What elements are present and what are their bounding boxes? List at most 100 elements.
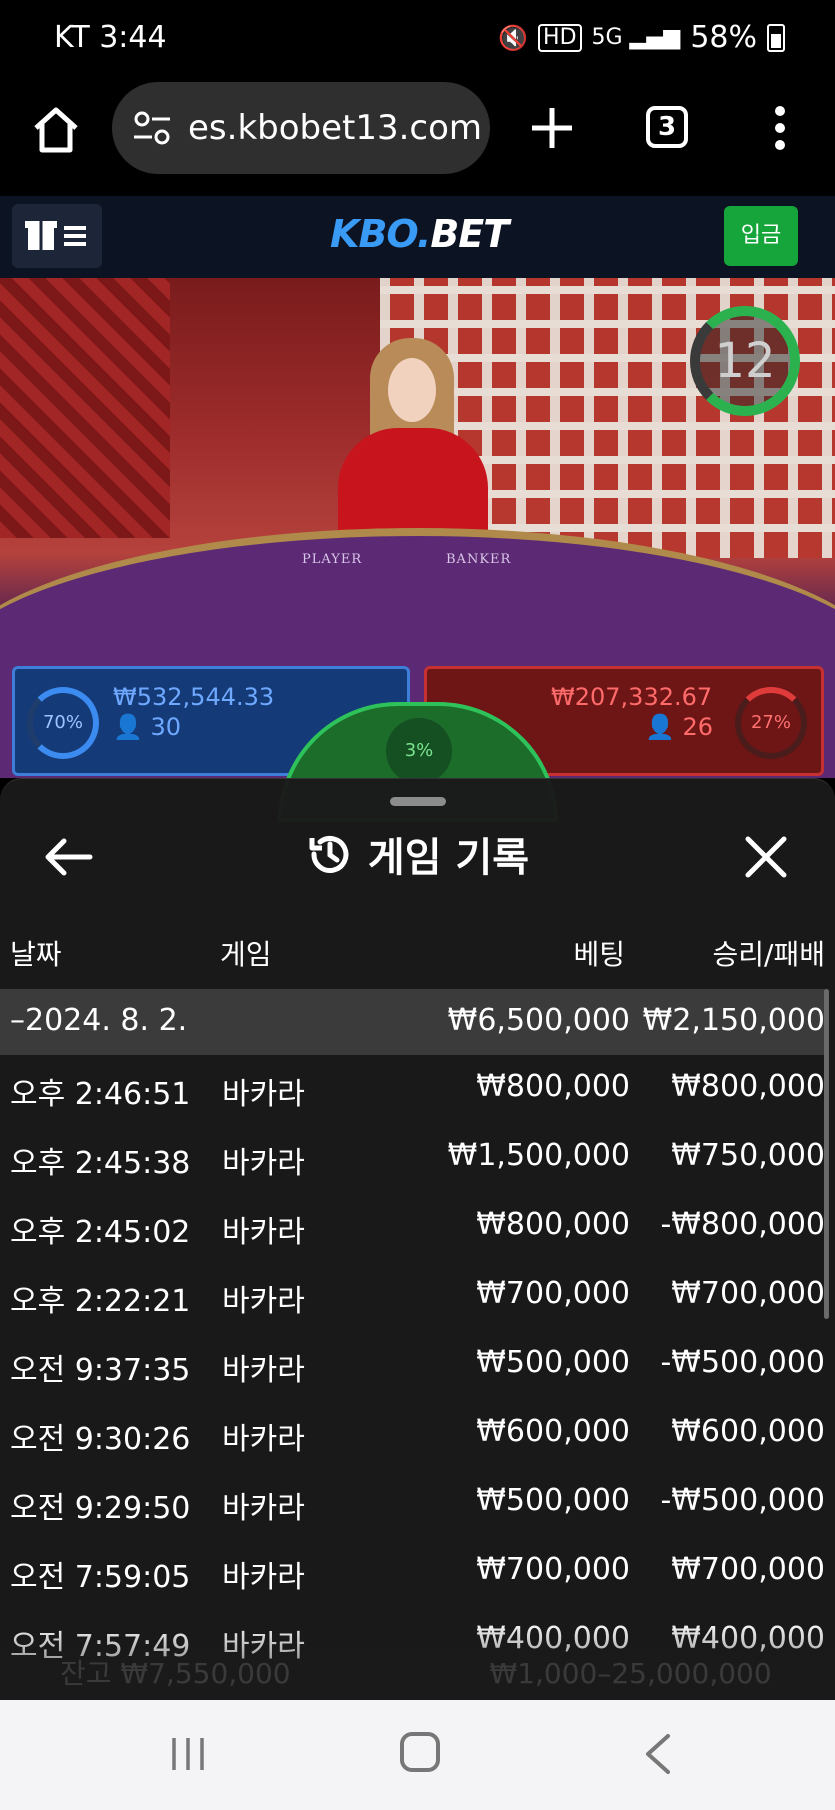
player-count-value: 30 <box>150 713 182 741</box>
row-bet: ₩500,000 <box>476 1483 630 1518</box>
summary-win: ₩2,150,000 <box>642 1003 825 1038</box>
row-game: 바카라 <box>222 1146 305 1181</box>
table-row[interactable]: 오전 9:30:26 바카라 ₩600,000 ₩600,000 <box>0 1400 825 1466</box>
home-nav-icon[interactable] <box>400 1732 440 1772</box>
site-logo[interactable]: KBO.BET <box>330 212 509 256</box>
table-header: 날짜 게임 베팅 승리/패배 <box>0 929 835 977</box>
row-game: 바카라 <box>222 1560 305 1595</box>
history-icon <box>309 836 349 873</box>
home-icon[interactable] <box>30 104 82 156</box>
sheet-title: 게임 기록 <box>0 825 835 883</box>
tie-percent: 3% <box>386 718 452 784</box>
browser-toolbar: es.kbobet13.com 3 <box>0 80 835 196</box>
column-win-loss[interactable]: 승리/패배 <box>713 933 825 973</box>
background-limit: ₩1,000–25,000,000 <box>489 1657 772 1690</box>
banker-amount: ₩207,332.67 <box>551 683 713 711</box>
backdrop-left <box>0 278 170 538</box>
row-bet: ₩1,500,000 <box>447 1138 630 1173</box>
row-win: ₩400,000 <box>671 1621 825 1656</box>
deposit-button[interactable]: 입금 <box>724 206 798 266</box>
more-options-icon[interactable] <box>770 106 790 150</box>
table-row[interactable]: 오전 9:37:35 바카라 ₩500,000 -₩500,000 <box>0 1331 825 1397</box>
system-nav-bar <box>0 1700 835 1810</box>
countdown-timer: 12 <box>690 306 800 416</box>
row-game: 바카라 <box>222 1215 305 1250</box>
row-bet: ₩800,000 <box>476 1069 630 1104</box>
hd-icon: HD <box>538 23 582 52</box>
logo-kbo: KBO. <box>330 212 431 256</box>
tab-switcher-button[interactable]: 3 <box>646 106 688 148</box>
row-game: 바카라 <box>222 1077 305 1112</box>
bet-summary-strip: 70% ₩532,544.33 👤 30 ₩207,332.67 👤 26 27… <box>0 660 835 822</box>
sheet-title-text: 게임 기록 <box>367 835 530 881</box>
column-bet[interactable]: 베팅 <box>573 933 625 973</box>
site-settings-icon[interactable] <box>132 110 172 146</box>
gift-menu-icon <box>25 221 86 250</box>
player-amount: ₩532,544.33 <box>113 683 275 711</box>
status-icons: 🔇 HD 5G ▂▄▆ 58% <box>498 20 785 55</box>
table-row[interactable]: 오전 7:59:05 바카라 ₩700,000 ₩700,000 <box>0 1538 825 1604</box>
game-history-sheet: 게임 기록 날짜 게임 베팅 승리/패배 –2024. 8. 2. ₩6,500… <box>0 778 835 1700</box>
row-game: 바카라 <box>222 1491 305 1526</box>
row-time: 오전 9:30:26 <box>10 1422 191 1457</box>
logo-bet: BET <box>430 212 509 256</box>
row-time: 오후 2:45:38 <box>10 1146 191 1181</box>
column-game[interactable]: 게임 <box>220 933 272 973</box>
row-game: 바카라 <box>222 1353 305 1388</box>
close-icon[interactable] <box>740 831 792 883</box>
sheet-drag-handle[interactable] <box>390 797 446 806</box>
row-bet: ₩700,000 <box>476 1276 630 1311</box>
recent-apps-icon[interactable] <box>168 1734 208 1774</box>
table-row[interactable]: 오전 9:29:50 바카라 ₩500,000 -₩500,000 <box>0 1469 825 1535</box>
row-win: ₩600,000 <box>671 1414 825 1449</box>
banker-count: 👤 26 <box>645 713 714 741</box>
row-bet: ₩400,000 <box>476 1621 630 1656</box>
felt-banker-label: BANKER <box>446 552 512 567</box>
mute-icon: 🔇 <box>498 23 529 52</box>
summary-date: –2024. 8. 2. <box>10 1003 188 1038</box>
battery-icon <box>767 23 785 52</box>
row-bet: ₩500,000 <box>476 1345 630 1380</box>
url-text: es.kbobet13.com <box>188 108 483 148</box>
summary-bet: ₩6,500,000 <box>447 1003 630 1038</box>
player-percent: 70% <box>27 687 99 759</box>
address-bar[interactable]: es.kbobet13.com <box>112 82 490 174</box>
row-win: -₩500,000 <box>660 1483 825 1518</box>
row-time: 오전 9:29:50 <box>10 1491 191 1526</box>
column-date[interactable]: 날짜 <box>10 933 62 973</box>
row-bet: ₩600,000 <box>476 1414 630 1449</box>
signal-icon: 5G ▂▄▆ <box>591 25 681 50</box>
menu-button[interactable] <box>12 204 102 268</box>
dealer-face <box>388 358 436 422</box>
table-row[interactable]: 오후 2:46:51 바카라 ₩800,000 ₩800,000 <box>0 1055 825 1121</box>
row-bet: ₩800,000 <box>476 1207 630 1242</box>
row-win: ₩700,000 <box>671 1552 825 1587</box>
felt-player-label: PLAYER <box>302 552 363 567</box>
table-row[interactable]: 오후 2:22:21 바카라 ₩700,000 ₩700,000 <box>0 1262 825 1328</box>
row-win: ₩800,000 <box>671 1069 825 1104</box>
row-time: 오후 2:45:02 <box>10 1215 191 1250</box>
new-tab-icon[interactable] <box>528 104 576 152</box>
date-summary-row[interactable]: –2024. 8. 2. ₩6,500,000 ₩2,150,000 <box>0 989 825 1055</box>
scrollbar[interactable] <box>824 989 829 1319</box>
site-header: KBO.BET 입금 <box>0 196 835 278</box>
battery-percent: 58% <box>690 20 757 55</box>
back-nav-icon[interactable] <box>638 1732 678 1776</box>
carrier-time: KT 3:44 <box>54 20 167 55</box>
table-row[interactable]: 오후 2:45:02 바카라 ₩800,000 -₩800,000 <box>0 1193 825 1259</box>
row-win: ₩700,000 <box>671 1276 825 1311</box>
status-bar: KT 3:44 🔇 HD 5G ▂▄▆ 58% <box>0 0 835 80</box>
background-balance-text: 잔고 ₩7,550,000 ₩1,000–25,000,000 <box>60 1652 772 1692</box>
row-time: 오전 7:59:05 <box>10 1560 191 1595</box>
row-bet: ₩700,000 <box>476 1552 630 1587</box>
banker-count-value: 26 <box>682 713 714 741</box>
row-game: 바카라 <box>222 1422 305 1457</box>
row-time: 오후 2:22:21 <box>10 1284 191 1319</box>
row-game: 바카라 <box>222 1284 305 1319</box>
row-time: 오후 2:46:51 <box>10 1077 191 1112</box>
table-row[interactable]: 오후 2:45:38 바카라 ₩1,500,000 ₩750,000 <box>0 1124 825 1190</box>
player-count: 👤 30 <box>113 713 182 741</box>
banker-percent: 27% <box>735 687 807 759</box>
row-time: 오전 9:37:35 <box>10 1353 191 1388</box>
row-win: -₩800,000 <box>660 1207 825 1242</box>
